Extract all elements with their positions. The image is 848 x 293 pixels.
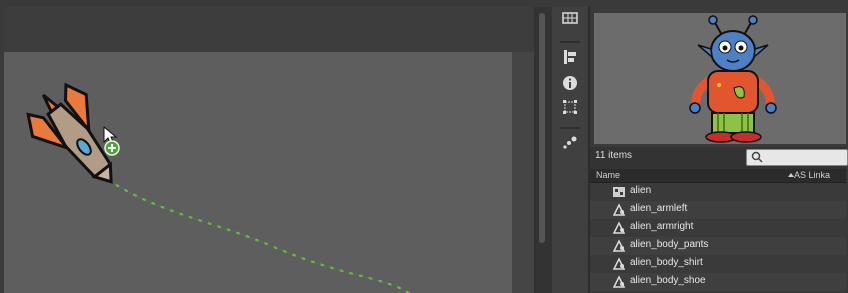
list-item[interactable]: alien_body_pants xyxy=(590,237,846,255)
list-item[interactable]: alien xyxy=(590,183,846,201)
list-item[interactable]: alien_body_shoe xyxy=(590,273,846,291)
list-item-label: alien_body_shirt xyxy=(630,257,703,268)
list-item-label: alien_armright xyxy=(630,221,694,232)
movieclip-symbol-icon xyxy=(613,187,625,197)
panel-icon-strip xyxy=(552,7,588,293)
graphic-symbol-icon xyxy=(612,221,626,234)
library-toolbar: 11 items xyxy=(590,147,848,169)
motion-presets-icon[interactable] xyxy=(558,135,582,155)
graphic-symbol-icon xyxy=(612,275,626,288)
graphic-symbol-icon xyxy=(612,203,626,216)
list-item-label: alien_body_pants xyxy=(630,239,709,250)
transform-icon[interactable] xyxy=(558,99,582,119)
align-icon[interactable] xyxy=(558,49,582,69)
list-item-label: alien xyxy=(630,185,652,196)
symbol-preview xyxy=(594,13,846,144)
tool-divider xyxy=(560,41,580,43)
list-item-label: alien_body_shoe xyxy=(630,275,706,286)
motion-path xyxy=(83,161,410,293)
graphic-symbol-icon xyxy=(612,257,626,270)
search-icon xyxy=(751,151,763,163)
column-name-header[interactable]: Name xyxy=(596,170,620,180)
column-linkage-header[interactable]: AS Linka xyxy=(794,170,830,180)
graphic-symbol-icon xyxy=(612,239,626,252)
item-count: 11 items xyxy=(595,150,633,161)
stage-scrollbar[interactable] xyxy=(534,7,552,293)
library-icon[interactable] xyxy=(558,11,582,31)
scroll-thumb[interactable] xyxy=(539,13,545,243)
info-icon[interactable] xyxy=(558,75,582,95)
library-panel: 11 items Name AS Linka alien alien_armle… xyxy=(588,7,848,293)
add-badge-icon xyxy=(104,140,120,156)
animate-app-window: 11 items Name AS Linka alien alien_armle… xyxy=(0,0,848,293)
stage-artwork xyxy=(26,82,410,293)
tool-divider xyxy=(560,127,580,129)
list-item-label: alien_armleft xyxy=(630,203,688,214)
list-item[interactable]: alien_armleft xyxy=(590,201,846,219)
list-item[interactable]: alien_body_shirt xyxy=(590,255,846,273)
library-column-header: Name AS Linka xyxy=(590,169,846,183)
list-item[interactable]: alien_armright xyxy=(590,219,846,237)
alien-character-preview xyxy=(689,15,777,143)
rocket-ship-icon xyxy=(26,82,113,184)
stage-area xyxy=(4,7,534,293)
library-search-input[interactable] xyxy=(746,149,848,166)
library-item-list: alien alien_armleft alien_armright alien… xyxy=(590,183,846,293)
